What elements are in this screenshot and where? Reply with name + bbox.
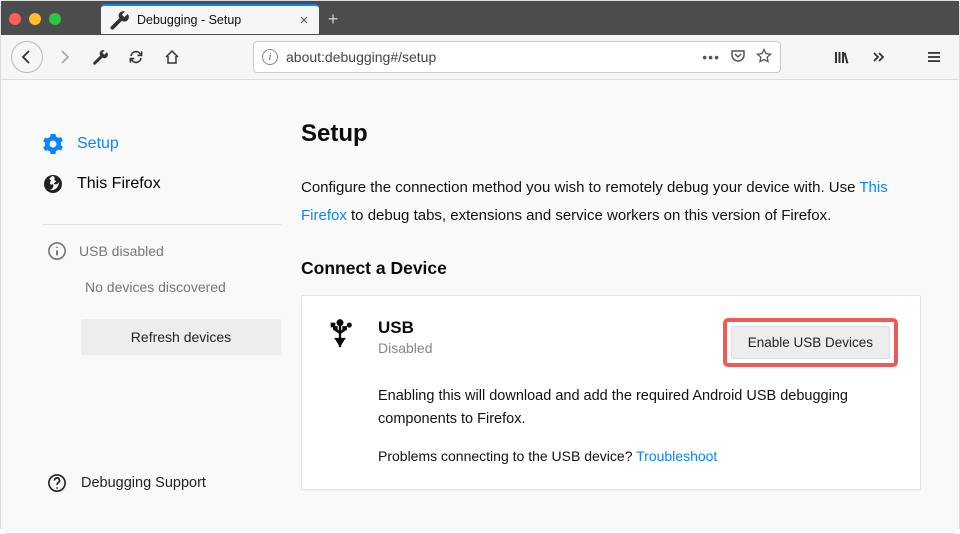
usb-status: USB disabled [43,241,281,261]
home-button[interactable] [157,42,187,72]
menu-button[interactable] [919,42,949,72]
help-icon [47,473,67,493]
reload-button[interactable] [121,42,151,72]
sidebar-support-label: Debugging Support [81,475,206,491]
connect-device-heading: Connect a Device [301,258,931,279]
library-button[interactable] [827,42,857,72]
usb-description: Enabling this will download and add the … [378,385,866,431]
url-text: about:debugging#/setup [286,49,694,65]
usb-title: USB [378,318,699,338]
main-content: Setup Configure the connection method yo… [301,80,959,533]
usb-card: USB Disabled Enable USB Devices Enabling… [301,295,921,491]
sidebar-divider [43,224,281,225]
setup-description: Configure the connection method you wish… [301,174,901,230]
gear-icon [43,134,63,154]
traffic-close[interactable] [9,13,21,25]
usb-status-label: Disabled [378,340,699,356]
page-title: Setup [301,120,931,148]
forward-button[interactable] [49,42,79,72]
toolbar: i about:debugging#/setup ••• [1,35,959,80]
tab-title: Debugging - Setup [137,13,289,27]
usb-status-text: USB disabled [79,243,164,259]
refresh-devices-button[interactable]: Refresh devices [81,319,281,355]
highlight-box: Enable USB Devices [723,318,898,367]
dev-tools-button[interactable] [85,42,115,72]
close-icon[interactable]: × [297,13,311,27]
sidebar-setup-label: Setup [77,135,119,153]
sidebar-support-link[interactable]: Debugging Support [43,473,281,513]
url-bar[interactable]: i about:debugging#/setup ••• [253,41,781,73]
info-icon[interactable]: i [262,49,278,65]
sidebar-item-setup[interactable]: Setup [43,124,281,164]
bookmark-star-icon[interactable] [756,48,772,67]
traffic-zoom[interactable] [49,13,61,25]
page-actions-icon[interactable]: ••• [702,49,720,65]
overflow-button[interactable] [863,42,893,72]
pocket-icon[interactable] [730,48,746,67]
usb-troubleshoot-line: Problems connecting to the USB device? T… [378,445,866,467]
sidebar: Setup This Firefox USB disabled No devic… [1,80,301,533]
traffic-minimize[interactable] [29,13,41,25]
enable-usb-button[interactable]: Enable USB Devices [731,326,890,359]
no-devices-text: No devices discovered [43,261,281,313]
firefox-icon [43,174,63,194]
sidebar-item-this-firefox[interactable]: This Firefox [43,164,281,204]
wrench-icon [109,10,129,30]
troubleshoot-link[interactable]: Troubleshoot [636,448,717,464]
sidebar-this-firefox-label: This Firefox [77,175,161,193]
info-icon [47,241,67,261]
browser-tab[interactable]: Debugging - Setup × [101,4,319,34]
usb-icon [326,318,354,360]
back-button[interactable] [11,41,43,73]
new-tab-button[interactable]: + [319,5,347,33]
